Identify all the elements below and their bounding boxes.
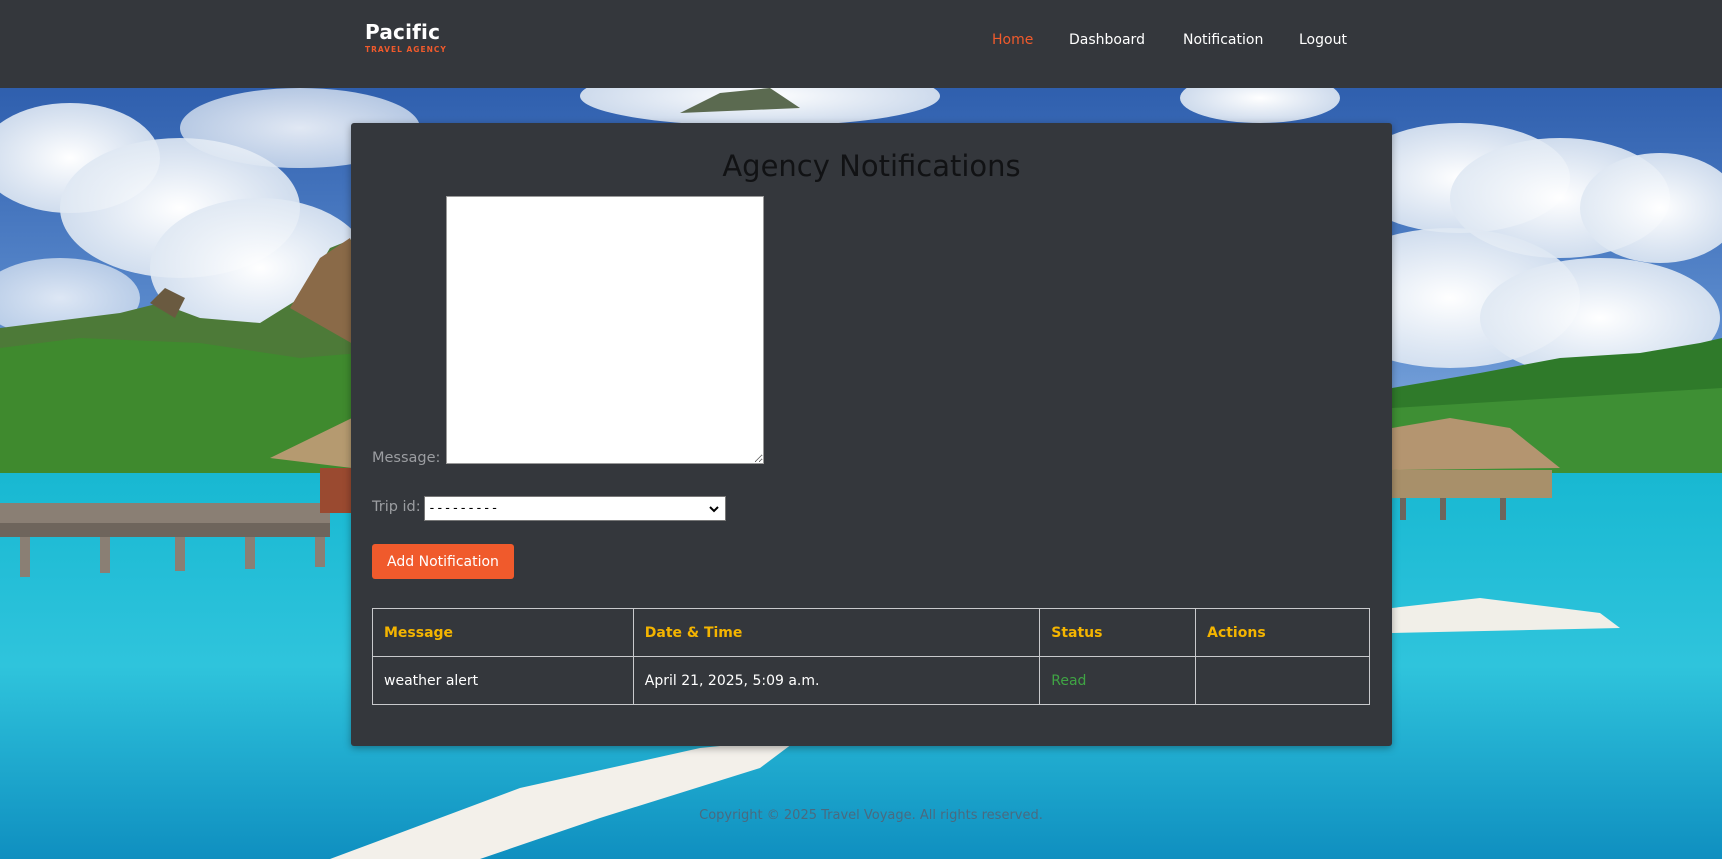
nav-notification-link[interactable]: Notification	[1183, 32, 1263, 48]
nav-logout-link[interactable]: Logout	[1299, 32, 1347, 48]
table-row: weather alert April 21, 2025, 5:09 a.m. …	[372, 656, 1370, 705]
trip-id-selected-value: ---------	[428, 501, 499, 516]
nav-home-link[interactable]: Home	[992, 32, 1033, 48]
nav-dashboard-link[interactable]: Dashboard	[1069, 32, 1145, 48]
navbar: Pacific TRAVEL AGENCY Home Dashboard Not…	[0, 0, 1722, 88]
footer-copyright: Copyright © 2025 Travel Voyage. All righ…	[699, 808, 1043, 823]
notifications-panel: Agency Notifications Message: Trip id: -…	[351, 123, 1392, 746]
message-textarea[interactable]	[446, 196, 764, 464]
trip-id-select[interactable]: ---------	[424, 496, 726, 521]
notifications-table: Message Date & Time Status Actions weath…	[372, 608, 1370, 705]
page-title: Agency Notifications	[722, 149, 1021, 183]
trip-id-label: Trip id:	[372, 499, 421, 515]
message-label: Message:	[372, 450, 441, 466]
add-notification-button[interactable]: Add Notification	[372, 544, 514, 579]
column-header-actions: Actions	[1195, 608, 1370, 657]
column-header-status: Status	[1039, 608, 1197, 657]
cell-message: weather alert	[372, 656, 634, 705]
cell-actions	[1195, 656, 1370, 705]
column-header-message: Message	[372, 608, 634, 657]
column-header-date-time: Date & Time	[632, 608, 1041, 657]
chevron-down-icon	[709, 506, 719, 513]
table-header-row: Message Date & Time Status Actions	[372, 608, 1370, 657]
nav-links: Home Dashboard Notification Logout	[0, 32, 1722, 52]
cell-date-time: April 21, 2025, 5:09 a.m.	[632, 656, 1041, 705]
cell-status: Read	[1039, 656, 1197, 705]
